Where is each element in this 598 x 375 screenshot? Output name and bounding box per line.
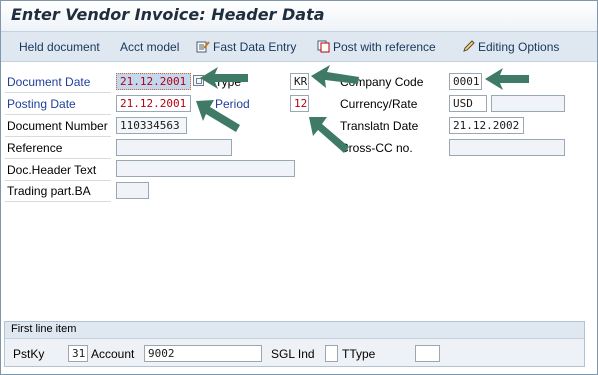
- annotation-arrow-company-code: [485, 68, 529, 90]
- trading-part-label: Trading part.BA: [7, 184, 91, 198]
- row-divider: [5, 136, 111, 137]
- pstky-label: PstKy: [13, 347, 45, 361]
- document-date-label: Document Date: [7, 75, 91, 89]
- annotation-arrow-period: [309, 117, 349, 153]
- ttype-field[interactable]: [415, 345, 440, 362]
- first-line-item-title: First line item: [11, 323, 77, 335]
- acct-model-label: Acct model: [120, 40, 180, 54]
- posting-date-field[interactable]: 21.12.2001: [116, 95, 191, 112]
- row-divider: [5, 92, 111, 93]
- application-toolbar: Held document Acct model Fast Data Entry…: [1, 32, 597, 62]
- pstky-field[interactable]: 31: [68, 345, 88, 362]
- doc-header-text-field[interactable]: [116, 160, 295, 177]
- exchange-rate-field[interactable]: [491, 95, 565, 112]
- panel-header: First line item: [5, 322, 584, 339]
- first-line-item-panel: First line item PstKy 31 Account 9002 SG…: [4, 321, 585, 367]
- period-field[interactable]: 12: [290, 95, 309, 112]
- sap-window: Enter Vendor Invoice: Header Data Held d…: [0, 0, 598, 375]
- cross-cc-field[interactable]: [449, 139, 565, 156]
- annotation-arrow-type: [311, 65, 359, 88]
- post-with-reference-label: Post with reference: [333, 40, 436, 54]
- reference-label: Reference: [7, 141, 63, 155]
- currency-rate-label: Currency/Rate: [340, 97, 418, 111]
- row-divider: [5, 180, 111, 181]
- post-with-reference-button[interactable]: Post with reference: [317, 40, 436, 54]
- row-divider: [5, 114, 111, 115]
- trading-part-field[interactable]: [116, 182, 149, 199]
- row-divider: [5, 158, 111, 159]
- document-date-field[interactable]: 21.12.2001: [116, 73, 191, 90]
- translatn-date-label: Translatn Date: [340, 119, 419, 133]
- acct-model-button[interactable]: Acct model: [120, 40, 179, 54]
- annotation-arrow-document-date: [200, 67, 248, 89]
- account-label: Account: [91, 347, 135, 361]
- editing-options-button[interactable]: Editing Options: [462, 40, 559, 54]
- row-divider: [5, 201, 111, 202]
- page-title: Enter Vendor Invoice: Header Data: [11, 5, 325, 24]
- account-field[interactable]: 9002: [144, 345, 262, 362]
- fast-data-entry-button[interactable]: Fast Data Entry: [196, 40, 296, 54]
- fast-data-entry-icon: [196, 41, 210, 53]
- currency-field[interactable]: USD: [449, 95, 487, 112]
- held-document-label: Held document: [19, 40, 100, 54]
- fast-data-entry-label: Fast Data Entry: [213, 40, 297, 54]
- document-number-field[interactable]: 110334563: [116, 117, 187, 134]
- sgl-ind-label: SGL Ind: [271, 347, 315, 361]
- post-with-reference-icon: [317, 40, 330, 53]
- reference-field[interactable]: [116, 139, 232, 156]
- doc-header-text-label: Doc.Header Text: [7, 163, 97, 177]
- company-code-field[interactable]: 0001: [449, 73, 482, 90]
- ttype-label: TType: [342, 347, 376, 361]
- posting-date-label: Posting Date: [7, 97, 76, 111]
- held-document-button[interactable]: Held document: [19, 40, 100, 54]
- document-number-label: Document Number: [7, 119, 108, 133]
- editing-options-label: Editing Options: [478, 40, 560, 54]
- annotation-arrow-posting-date: [196, 100, 240, 132]
- sgl-ind-field[interactable]: [325, 345, 338, 362]
- translatn-date-field[interactable]: 21.12.2002: [449, 117, 524, 134]
- type-field[interactable]: KR: [290, 73, 309, 90]
- pencil-icon: [463, 40, 475, 52]
- title-bar: Enter Vendor Invoice: Header Data: [1, 1, 597, 32]
